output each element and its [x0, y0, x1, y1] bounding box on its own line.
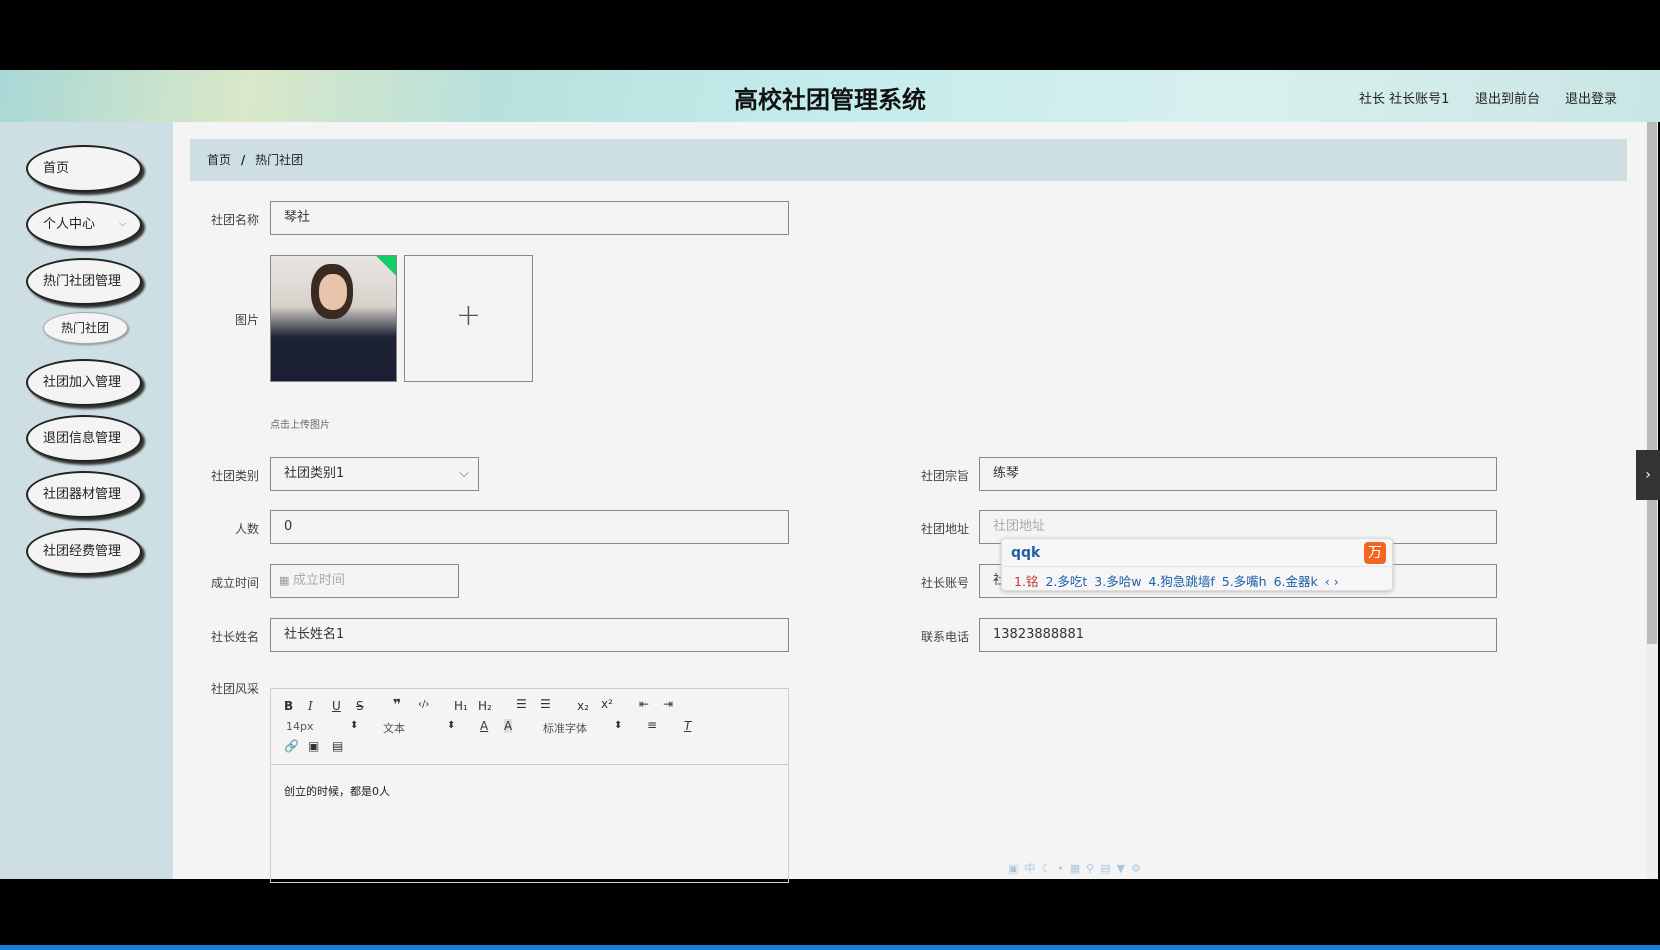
bold-button[interactable]: B [284, 699, 293, 713]
ime-candidate[interactable]: 6.金器k [1274, 574, 1318, 589]
member-count-input[interactable]: 0 [270, 510, 789, 544]
ime-next-page-icon[interactable]: ‹ › [1325, 574, 1339, 589]
date-placeholder: 成立时间 [292, 573, 345, 588]
club-name-label: 社团名称 [210, 213, 259, 227]
underline-button[interactable]: U [332, 699, 341, 713]
phone-input[interactable]: 13823888881 [979, 618, 1497, 652]
italic-button[interactable]: I [308, 699, 313, 713]
font-color-button[interactable]: A [480, 719, 488, 733]
video-button[interactable]: ▤ [332, 739, 343, 753]
clear-format-button[interactable]: T [684, 719, 691, 733]
current-user: 社长 社长账号1 [1359, 92, 1450, 107]
sidebar-item-home[interactable]: 首页 [26, 145, 142, 192]
founded-date-input[interactable]: ▦ 成立时间 [270, 564, 459, 598]
address-label: 社团地址 [920, 522, 969, 536]
scrollbar-thumb[interactable] [1647, 122, 1657, 644]
ime-candidate[interactable]: 5.多嘴h [1222, 574, 1267, 589]
editor-content[interactable]: 创立的时候，都是0人 [284, 783, 390, 799]
founded-date-label: 成立时间 [210, 576, 259, 590]
background-color-button[interactable]: A [504, 719, 513, 733]
code-button[interactable]: ‹/› [418, 699, 429, 710]
category-label: 社团类别 [210, 469, 259, 483]
member-count-label: 人数 [234, 522, 259, 536]
blockquote-button[interactable]: ❞ [393, 697, 401, 713]
sidebar-item-funds-management[interactable]: 社团经费管理 [26, 528, 142, 575]
chevron-updown-icon: ⬍ [350, 720, 359, 731]
image-button[interactable]: ▣ [308, 739, 319, 753]
chevron-down-icon: ⌵ [459, 466, 469, 481]
top-header: 高校社团管理系统 社长 社长账号1 退出到前台 退出登录 [0, 70, 1660, 122]
breadcrumb: 首页 / 热门社团 [190, 139, 1627, 181]
upload-hint: 点击上传图片 [270, 420, 330, 431]
video-progress-bar[interactable] [0, 945, 1660, 950]
align-button[interactable]: ≡ [647, 718, 657, 732]
editor-toolbar: B I U S ❞ ‹/› H₁ H₂ ☰ ☰ x₂ x² ⇤ ⇥ 14px ⬍… [271, 689, 788, 765]
link-button[interactable]: 🔗 [284, 739, 299, 753]
ime-input-text: qqk [1011, 545, 1041, 561]
ime-candidates: 1.铭 2.多吃t 3.多哈w 4.狗急跳墙f 5.多嘴h 6.金器k ‹ › [1014, 571, 1339, 590]
sidebar-item-label: 个人中心 [43, 217, 96, 232]
purpose-input[interactable]: 练琴 [979, 457, 1497, 491]
ime-candidate[interactable]: 2.多吃t [1045, 574, 1087, 589]
ime-logo-icon: 万 [1364, 542, 1386, 564]
image-label: 图片 [234, 313, 259, 327]
chevron-right-icon[interactable]: › [1636, 450, 1660, 500]
breadcrumb-separator: / [240, 153, 246, 167]
exit-to-front-link[interactable]: 退出到前台 [1475, 88, 1540, 107]
calendar-icon: ▦ [279, 574, 293, 587]
breadcrumb-current: 热门社团 [255, 153, 304, 167]
breadcrumb-home[interactable]: 首页 [207, 153, 231, 167]
category-select[interactable]: 社团类别1 ⌵ [270, 457, 479, 491]
sidebar-item-hot-club[interactable]: 热门社团 [43, 312, 128, 344]
h2-button[interactable]: H₂ [478, 699, 492, 713]
sidebar-item-quit-management[interactable]: 退团信息管理 [26, 415, 142, 462]
h1-button[interactable]: H₁ [454, 699, 468, 713]
upload-image-button[interactable]: + [404, 255, 533, 382]
ime-status-bar[interactable]: ▣中☾•▦⚲▤▼⚙ [1008, 860, 1184, 876]
club-style-label: 社团风采 [210, 682, 259, 696]
rich-text-editor: B I U S ❞ ‹/› H₁ H₂ ☰ ☰ x₂ x² ⇤ ⇥ 14px ⬍… [270, 688, 789, 883]
category-value: 社团类别1 [284, 466, 345, 481]
purpose-label: 社团宗旨 [920, 469, 969, 483]
ime-candidate[interactable]: 3.多哈w [1094, 574, 1141, 589]
bullet-list-button[interactable]: ☰ [540, 697, 551, 711]
chevron-updown-icon: ⬍ [447, 720, 456, 731]
ordered-list-button[interactable]: ☰ [516, 697, 527, 711]
header-select[interactable]: 文本 [383, 720, 405, 736]
sidebar-item-personal-center[interactable]: 个人中心 ⌵ [26, 201, 142, 248]
sidebar-item-join-management[interactable]: 社团加入管理 [26, 359, 142, 406]
sidebar: 首页 个人中心 ⌵ 热门社团管理 热门社团 社团加入管理 退团信息管理 社团器材管… [0, 122, 173, 879]
chevron-down-icon: ⌵ [119, 219, 126, 229]
leader-account-label: 社长账号 [920, 576, 969, 590]
uploaded-check-icon [376, 256, 396, 276]
logout-link[interactable]: 退出登录 [1565, 88, 1617, 107]
ime-candidate-popup: qqk 万 1.铭 2.多吃t 3.多哈w 4.狗急跳墙f 5.多嘴h 6.金器k ‹ › [1001, 538, 1393, 591]
ime-candidate[interactable]: 1.铭 [1014, 574, 1038, 589]
chevron-updown-icon: ⬍ [614, 720, 623, 731]
sidebar-item-hot-club-management[interactable]: 热门社团管理 [26, 258, 142, 305]
subscript-button[interactable]: x₂ [577, 699, 589, 713]
phone-label: 联系电话 [920, 630, 969, 644]
superscript-button[interactable]: x² [601, 697, 613, 711]
font-family-select[interactable]: 标准字体 [543, 720, 587, 736]
strike-button[interactable]: S [356, 699, 364, 713]
indent-button[interactable]: ⇥ [663, 697, 673, 711]
ime-candidate[interactable]: 4.狗急跳墙f [1148, 574, 1214, 589]
sidebar-item-equipment-management[interactable]: 社团器材管理 [26, 471, 142, 518]
uploaded-image[interactable] [270, 255, 397, 382]
outdent-button[interactable]: ⇤ [639, 697, 649, 711]
leader-name-label: 社长姓名 [210, 630, 259, 644]
leader-name-input[interactable]: 社长姓名1 [270, 618, 789, 652]
font-size-select[interactable]: 14px [286, 720, 314, 733]
club-name-input[interactable]: 琴社 [270, 201, 789, 235]
